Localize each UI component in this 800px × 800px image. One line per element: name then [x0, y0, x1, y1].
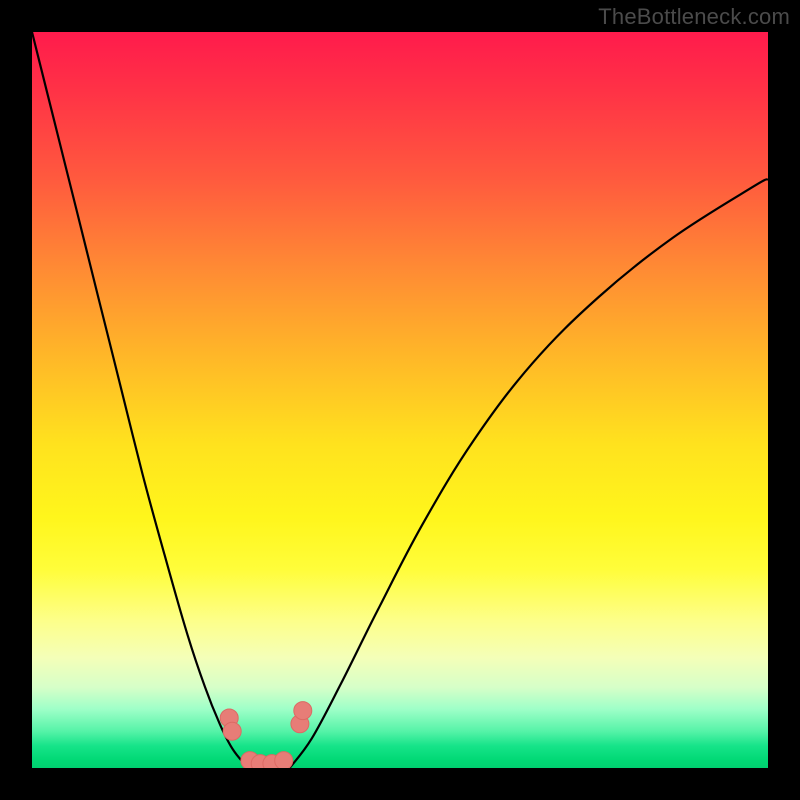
curve-layer [32, 32, 768, 768]
chart-frame: TheBottleneck.com [0, 0, 800, 800]
chart-svg [32, 32, 768, 768]
watermark-text: TheBottleneck.com [598, 4, 790, 30]
plot-area [32, 32, 768, 768]
data-marker [294, 702, 312, 720]
curve-right-branch [290, 179, 768, 768]
data-marker [275, 752, 293, 768]
curve-left-branch [32, 32, 249, 768]
data-marker [223, 722, 241, 740]
